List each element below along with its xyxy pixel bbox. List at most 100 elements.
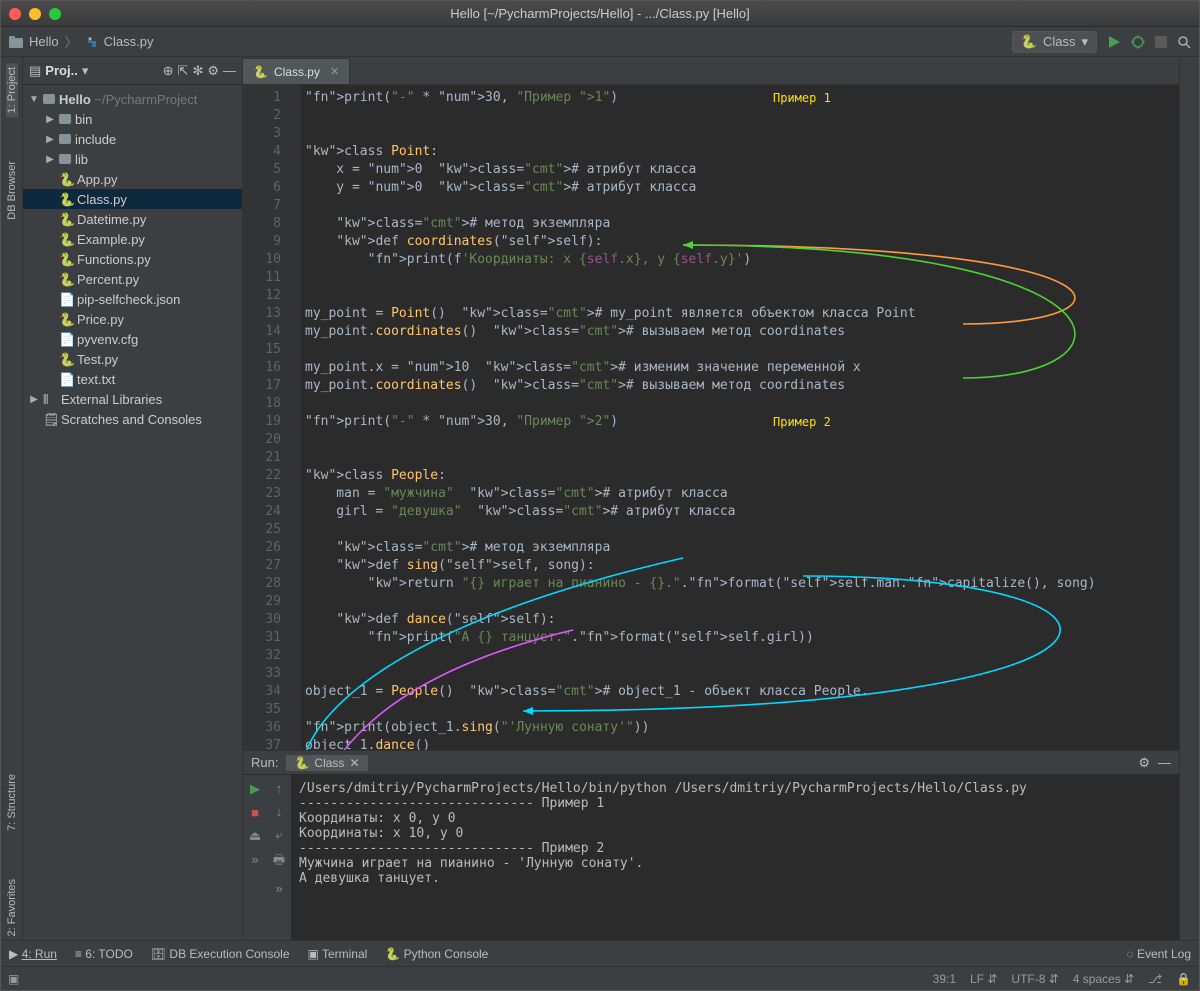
run-config-dropdown[interactable]: 🐍 Class ▾ bbox=[1012, 31, 1097, 53]
run-tab[interactable]: 🐍 Class ✕ bbox=[286, 755, 367, 771]
rerun-icon[interactable]: ▶ bbox=[250, 781, 260, 797]
tree-item[interactable]: ▶lib bbox=[23, 149, 242, 169]
gear-icon[interactable]: ⚙ bbox=[207, 63, 219, 79]
run-button[interactable] bbox=[1107, 35, 1121, 49]
right-tool-strip bbox=[1179, 57, 1199, 940]
code-content[interactable]: "fn">print("-" * "num">30, "Пример ">1")… bbox=[301, 85, 1179, 750]
run-config-label: Class bbox=[1043, 34, 1076, 49]
more-icon[interactable]: » bbox=[275, 881, 282, 896]
down-icon[interactable]: ↓ bbox=[276, 804, 283, 819]
tree-item[interactable]: 🐍Test.py bbox=[23, 349, 242, 369]
line-separator[interactable]: LF ⇵ bbox=[970, 972, 997, 986]
more-icon[interactable]: » bbox=[251, 852, 258, 867]
favorites-tool-tab[interactable]: 2: Favorites bbox=[6, 875, 18, 940]
search-button[interactable] bbox=[1177, 35, 1191, 49]
line-number-gutter: 1234567891011121314151617181920212223242… bbox=[243, 85, 287, 750]
navigation-bar: Hello 〉 Class.py 🐍 Class ▾ bbox=[1, 27, 1199, 57]
tree-item[interactable]: 🗒Scratches and Consoles bbox=[23, 409, 242, 429]
python-icon: 🐍 bbox=[294, 756, 309, 770]
tree-item[interactable]: ▶bin bbox=[23, 109, 242, 129]
run-console[interactable]: /Users/dmitriy/PycharmProjects/Hello/bin… bbox=[291, 775, 1179, 940]
todo-tool-button[interactable]: ≡ 6: TODO bbox=[75, 947, 133, 961]
locate-icon[interactable]: ⊕ bbox=[163, 63, 174, 79]
close-tab-icon[interactable]: ✕ bbox=[330, 65, 339, 78]
print-icon[interactable]: 🖶 bbox=[273, 851, 285, 873]
event-log-button[interactable]: ◌ Event Log bbox=[1126, 947, 1191, 961]
editor-tab-bar: 🐍 Class.py ✕ bbox=[243, 57, 1179, 85]
run-tab-label: Class bbox=[314, 756, 344, 770]
python-console-tool-button[interactable]: 🐍 Python Console bbox=[385, 947, 488, 961]
file-encoding[interactable]: UTF-8 ⇵ bbox=[1011, 972, 1058, 986]
run-tool-window: Run: 🐍 Class ✕ ⚙ — ▶ ■ ⏏ bbox=[243, 750, 1179, 940]
close-window[interactable] bbox=[9, 8, 21, 20]
tree-item[interactable]: 🐍Functions.py bbox=[23, 249, 242, 269]
indent-setting[interactable]: 4 spaces ⇵ bbox=[1073, 972, 1134, 986]
tree-item[interactable]: 🐍Datetime.py bbox=[23, 209, 242, 229]
python-icon: 🐍 bbox=[1021, 34, 1037, 50]
tree-item[interactable]: ▶⫴External Libraries bbox=[23, 389, 242, 409]
breadcrumb-project: Hello bbox=[29, 34, 59, 49]
structure-tool-tab[interactable]: 7: Structure bbox=[6, 770, 18, 835]
left-tool-strip: 1: Project DB Browser 7: Structure 2: Fa… bbox=[1, 57, 23, 940]
tree-item[interactable]: 📄pyvenv.cfg bbox=[23, 329, 242, 349]
settings-icon[interactable]: ✻ bbox=[192, 63, 203, 79]
project-panel-title[interactable]: Proj.. bbox=[45, 63, 78, 78]
hide-icon[interactable]: — bbox=[1158, 755, 1171, 770]
chevron-down-icon[interactable]: ▾ bbox=[82, 63, 89, 79]
toolbar-right: 🐍 Class ▾ bbox=[1012, 31, 1191, 53]
run-tool-button[interactable]: ▶ 4: Run bbox=[9, 947, 57, 961]
bottom-tool-bar: ▶ 4: Run ≡ 6: TODO 🗄 DB Execution Consol… bbox=[1, 940, 1199, 966]
terminal-tool-button[interactable]: ▣ Terminal bbox=[308, 947, 368, 961]
code-editor[interactable]: 1234567891011121314151617181920212223242… bbox=[243, 85, 1179, 750]
run-label: Run: bbox=[251, 755, 278, 770]
breadcrumb-file: Class.py bbox=[104, 34, 154, 49]
caret-position[interactable]: 39:1 bbox=[933, 972, 956, 986]
project-tree[interactable]: ▼Hello ~/PycharmProject▶bin▶include▶lib🐍… bbox=[23, 85, 242, 940]
tree-item[interactable]: ▶include bbox=[23, 129, 242, 149]
up-icon[interactable]: ↑ bbox=[276, 781, 283, 796]
tree-item[interactable]: 🐍Example.py bbox=[23, 229, 242, 249]
status-toggle-icon[interactable]: ▣ bbox=[8, 972, 19, 986]
tree-item[interactable]: 📄text.txt bbox=[23, 369, 242, 389]
stop-icon[interactable]: ■ bbox=[251, 805, 259, 820]
wrap-icon[interactable]: ⤶ bbox=[275, 827, 282, 843]
editor-tab-label: Class.py bbox=[274, 65, 320, 79]
tree-item[interactable]: 🐍App.py bbox=[23, 169, 242, 189]
stop-button[interactable] bbox=[1155, 36, 1167, 48]
annotation-badge: Пример 1 bbox=[773, 89, 831, 107]
project-tool-tab[interactable]: 1: Project bbox=[6, 63, 18, 117]
window-title: Hello [~/PycharmProjects/Hello] - .../Cl… bbox=[450, 6, 749, 21]
breadcrumb[interactable]: Hello 〉 Class.py bbox=[9, 32, 154, 51]
run-body: ▶ ■ ⏏ » ↑ ↓ ⤶ 🖶 » /Users/dm bbox=[243, 775, 1179, 940]
python-file-icon: 🐍 bbox=[253, 65, 268, 79]
git-icon[interactable]: ⎇ bbox=[1148, 972, 1162, 986]
tree-item[interactable]: 🐍Class.py bbox=[23, 189, 242, 209]
tree-item[interactable]: 📄pip-selfcheck.json bbox=[23, 289, 242, 309]
chevron-down-icon: ▾ bbox=[1081, 34, 1088, 50]
debug-button[interactable] bbox=[1131, 35, 1145, 49]
minimize-window[interactable] bbox=[29, 8, 41, 20]
annotation-badge: Пример 2 bbox=[773, 413, 831, 431]
run-toolbar: ▶ ■ ⏏ » ↑ ↓ ⤶ 🖶 » bbox=[243, 775, 291, 940]
gear-icon[interactable]: ⚙ bbox=[1138, 755, 1150, 771]
close-run-tab-icon[interactable]: ✕ bbox=[349, 756, 359, 770]
status-bar: ▣ 39:1 LF ⇵ UTF-8 ⇵ 4 spaces ⇵ ⎇ 🔒 bbox=[1, 966, 1199, 990]
project-panel: ▤ Proj.. ▾ ⊕ ⇱ ✻ ⚙ — ▼Hello ~/PycharmPro… bbox=[23, 57, 243, 940]
tree-item[interactable]: ▼Hello ~/PycharmProject bbox=[23, 89, 242, 109]
tree-item[interactable]: 🐍Percent.py bbox=[23, 269, 242, 289]
tree-item[interactable]: 🐍Price.py bbox=[23, 309, 242, 329]
db-browser-tool-tab[interactable]: DB Browser bbox=[6, 157, 18, 224]
editor-tab[interactable]: 🐍 Class.py ✕ bbox=[243, 58, 350, 84]
project-panel-header: ▤ Proj.. ▾ ⊕ ⇱ ✻ ⚙ — bbox=[23, 57, 242, 85]
run-header: Run: 🐍 Class ✕ ⚙ — bbox=[243, 751, 1179, 775]
maximize-window[interactable] bbox=[49, 8, 61, 20]
exit-icon[interactable]: ⏏ bbox=[249, 828, 261, 844]
lock-icon[interactable]: 🔒 bbox=[1176, 972, 1191, 986]
editor-area: 🐍 Class.py ✕ 123456789101112131415161718… bbox=[243, 57, 1179, 940]
main-body: 1: Project DB Browser 7: Structure 2: Fa… bbox=[1, 57, 1199, 940]
breadcrumb-sep: 〉 bbox=[65, 32, 78, 51]
folder-icon bbox=[9, 36, 23, 48]
db-console-tool-button[interactable]: 🗄 DB Execution Console bbox=[151, 947, 290, 961]
hide-icon[interactable]: — bbox=[223, 63, 236, 78]
collapse-icon[interactable]: ⇱ bbox=[178, 63, 189, 79]
